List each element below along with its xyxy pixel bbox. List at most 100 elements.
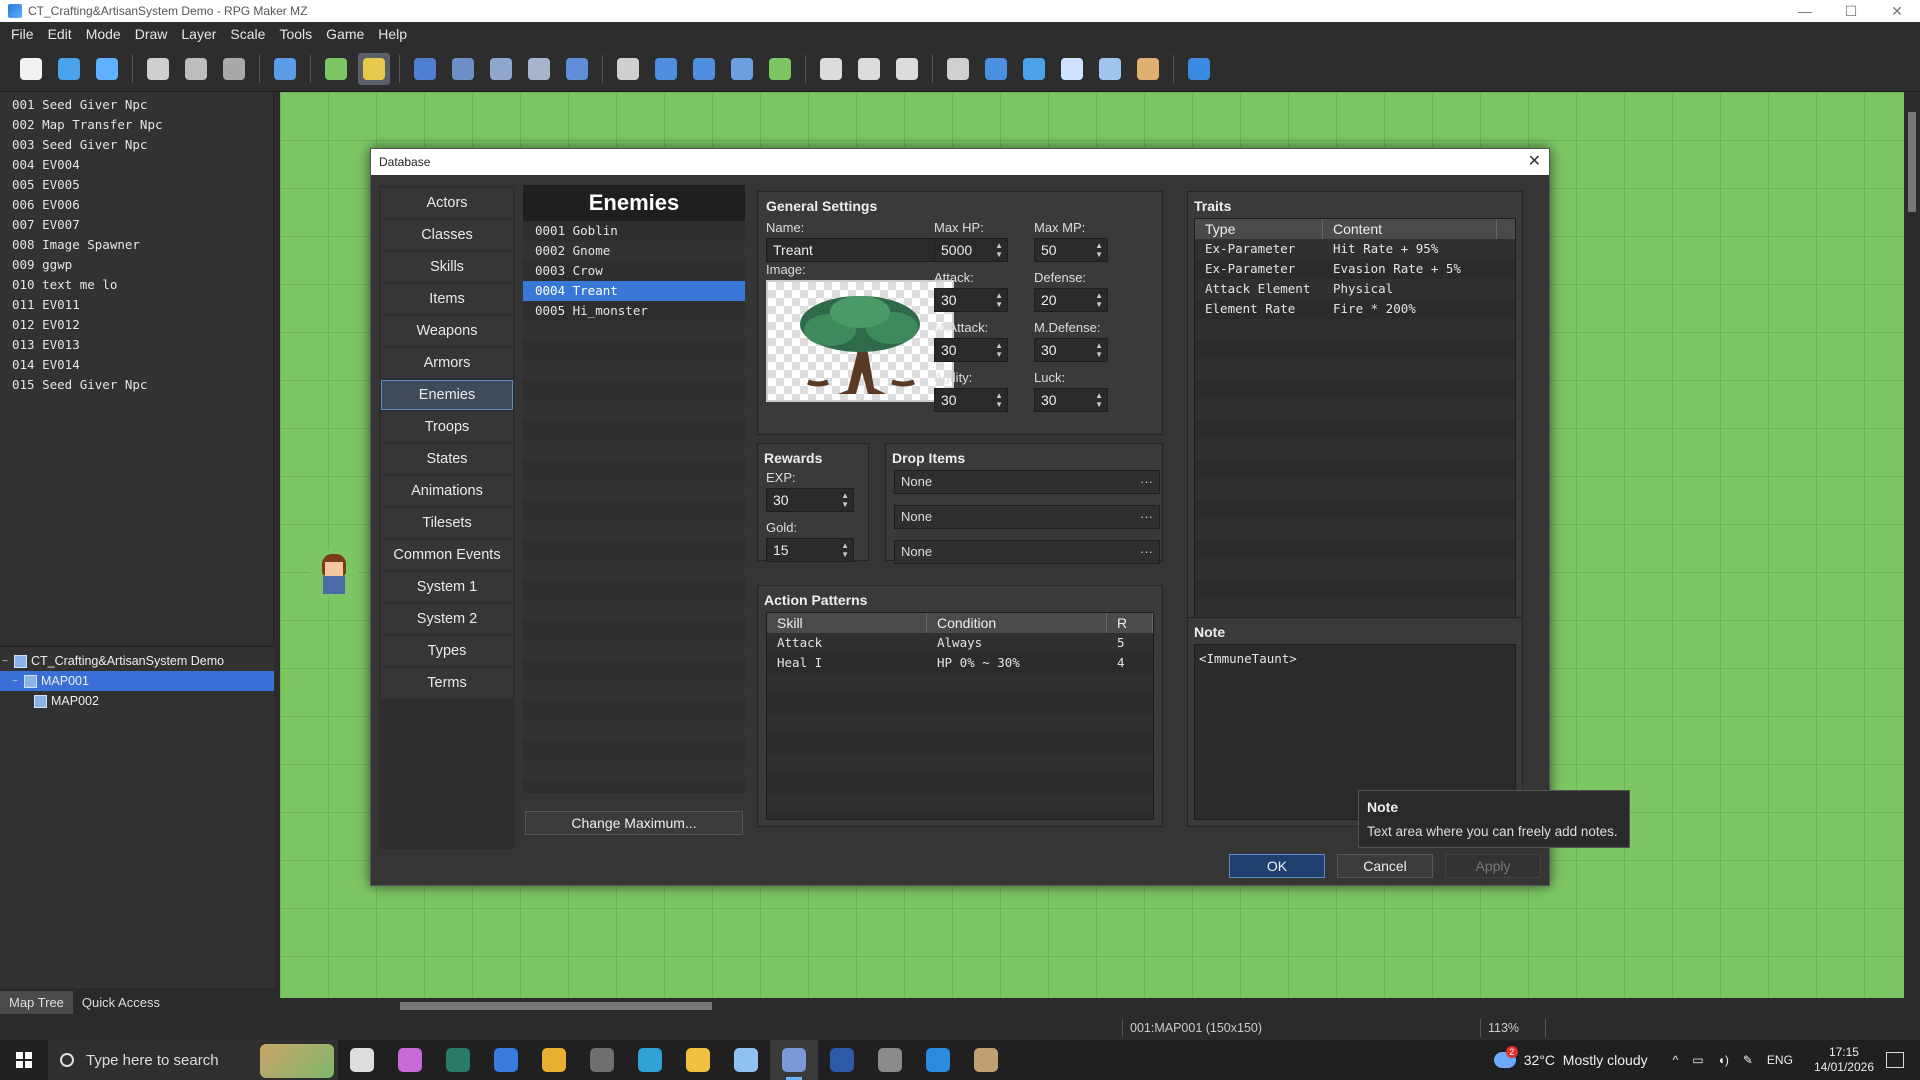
enemy-list-item[interactable]: 0005 Hi_monster — [523, 301, 745, 321]
enemy-list-item[interactable] — [523, 441, 745, 461]
column-type[interactable]: Type — [1195, 219, 1323, 239]
exp-spinner[interactable]: 30 ▲ ▼ — [766, 488, 854, 512]
pen-icon[interactable]: ✎ — [1743, 1053, 1753, 1067]
table-row[interactable] — [1195, 519, 1515, 539]
powershell-taskbar-button[interactable] — [818, 1040, 866, 1080]
flood-fill-button[interactable] — [726, 53, 758, 85]
enemy-list-item[interactable] — [523, 521, 745, 541]
more-icon[interactable]: ··· — [1140, 506, 1153, 528]
tab-map-tree[interactable]: Map Tree — [0, 990, 73, 1014]
category-tilesets[interactable]: Tilesets — [381, 508, 513, 538]
table-row[interactable] — [1195, 439, 1515, 459]
new-project-button[interactable] — [15, 53, 47, 85]
table-row[interactable] — [767, 753, 1153, 773]
event-list-item[interactable]: 005 EV005 — [0, 175, 273, 195]
menu-game[interactable]: Game — [319, 26, 371, 42]
resource-manager-button[interactable] — [1094, 53, 1126, 85]
event-list-item[interactable]: 014 EV014 — [0, 355, 273, 375]
open-project-button[interactable] — [53, 53, 85, 85]
menu-help[interactable]: Help — [371, 26, 414, 42]
enemy-list-item[interactable] — [523, 541, 745, 561]
zoom-in-button[interactable] — [815, 53, 847, 85]
table-row[interactable]: Heal I HP 0% ~ 30% 4 — [767, 653, 1153, 673]
luck-spinner[interactable]: 30 ▲ ▼ — [1034, 388, 1108, 412]
character-generator-button[interactable] — [1132, 53, 1164, 85]
layer-3-button[interactable] — [485, 53, 517, 85]
layer-2-button[interactable] — [447, 53, 479, 85]
cut-button[interactable] — [142, 53, 174, 85]
table-row[interactable] — [767, 713, 1153, 733]
enemy-list-item[interactable]: 0002 Gnome — [523, 241, 745, 261]
zoom-out-button[interactable] — [853, 53, 885, 85]
chrome-taskbar-button[interactable] — [530, 1040, 578, 1080]
playtest-button[interactable] — [1183, 53, 1215, 85]
table-row[interactable]: Attack Element Physical — [1195, 279, 1515, 299]
table-row[interactable] — [767, 673, 1153, 693]
spinner-arrows-icon[interactable]: ▲ ▼ — [1095, 341, 1103, 359]
spinner-arrows-icon[interactable]: ▲ ▼ — [1095, 241, 1103, 259]
category-terms[interactable]: Terms — [381, 668, 513, 698]
table-row[interactable] — [1195, 539, 1515, 559]
event-list-item[interactable]: 008 Image Spawner — [0, 235, 273, 255]
table-row[interactable] — [1195, 319, 1515, 339]
enemy-list-item[interactable] — [523, 581, 745, 601]
tree-map-row[interactable]: MAP002 — [0, 691, 274, 711]
shadow-pen-button[interactable] — [764, 53, 796, 85]
column-skill[interactable]: Skill — [767, 613, 927, 633]
enemy-list-item[interactable] — [523, 761, 745, 781]
category-enemies[interactable]: Enemies — [381, 380, 513, 410]
enemy-name-field[interactable]: Treant — [766, 238, 956, 262]
table-row[interactable] — [1195, 479, 1515, 499]
menu-edit[interactable]: Edit — [41, 26, 79, 42]
vscode-taskbar-button[interactable] — [914, 1040, 962, 1080]
layer-1-button[interactable] — [409, 53, 441, 85]
table-row[interactable] — [767, 693, 1153, 713]
table-row[interactable] — [1195, 599, 1515, 619]
drop-item-3[interactable]: None ··· — [894, 540, 1160, 564]
gold-spinner[interactable]: 15 ▲ ▼ — [766, 538, 854, 562]
enemy-list-item[interactable] — [523, 401, 745, 421]
table-row[interactable]: Element Rate Fire * 200% — [1195, 299, 1515, 319]
event-searcher-button[interactable] — [1056, 53, 1088, 85]
action-patterns-table[interactable]: Skill Condition R Attack Always 5 Heal I HP … — [766, 612, 1154, 820]
settings-app-taskbar-button[interactable] — [866, 1040, 914, 1080]
weather-icon[interactable]: 2 — [1493, 1046, 1518, 1068]
enemy-list-item[interactable] — [523, 741, 745, 761]
category-actors[interactable]: Actors — [381, 188, 513, 218]
menu-scale[interactable]: Scale — [223, 26, 272, 42]
enemy-list-item[interactable] — [523, 321, 745, 341]
layer-4-button[interactable] — [523, 53, 555, 85]
enemy-list-item[interactable] — [523, 421, 745, 441]
calculator-taskbar-button[interactable] — [578, 1040, 626, 1080]
spinner-arrows-icon[interactable]: ▲ ▼ — [995, 391, 1003, 409]
terminal-app-taskbar-button[interactable] — [434, 1040, 482, 1080]
vertical-scrollbar[interactable] — [1904, 92, 1920, 998]
file-explorer-taskbar-button[interactable] — [674, 1040, 722, 1080]
enemy-list-item[interactable]: 0004 Treant — [523, 281, 745, 301]
task-view-taskbar-button[interactable] — [338, 1040, 386, 1080]
category-skills[interactable]: Skills — [381, 252, 513, 282]
enemy-list-item[interactable]: 0003 Crow — [523, 261, 745, 281]
enemy-list-item[interactable] — [523, 461, 745, 481]
layer-auto-button[interactable] — [561, 53, 593, 85]
max-mp-spinner[interactable]: 50 ▲ ▼ — [1034, 238, 1108, 262]
table-row[interactable] — [1195, 579, 1515, 599]
m-attack-spinner[interactable]: 30 ▲ ▼ — [934, 338, 1008, 362]
menu-tools[interactable]: Tools — [272, 26, 319, 42]
category-system-2[interactable]: System 2 — [381, 604, 513, 634]
enemy-image-picker[interactable] — [766, 280, 954, 402]
table-row[interactable] — [1195, 379, 1515, 399]
undo-button[interactable] — [269, 53, 301, 85]
rectangle-button[interactable] — [650, 53, 682, 85]
event-list-item[interactable]: 012 EV012 — [0, 315, 273, 335]
minimize-button[interactable]: — — [1782, 0, 1828, 22]
enemy-list-item[interactable] — [523, 721, 745, 741]
table-row[interactable] — [767, 733, 1153, 753]
tab-quick-access[interactable]: Quick Access — [73, 991, 169, 1014]
category-items[interactable]: Items — [381, 284, 513, 314]
category-troops[interactable]: Troops — [381, 412, 513, 442]
table-row[interactable]: Attack Always 5 — [767, 633, 1153, 653]
menu-mode[interactable]: Mode — [79, 26, 128, 42]
start-button[interactable] — [0, 1040, 48, 1080]
close-window-button[interactable]: ✕ — [1874, 0, 1920, 22]
